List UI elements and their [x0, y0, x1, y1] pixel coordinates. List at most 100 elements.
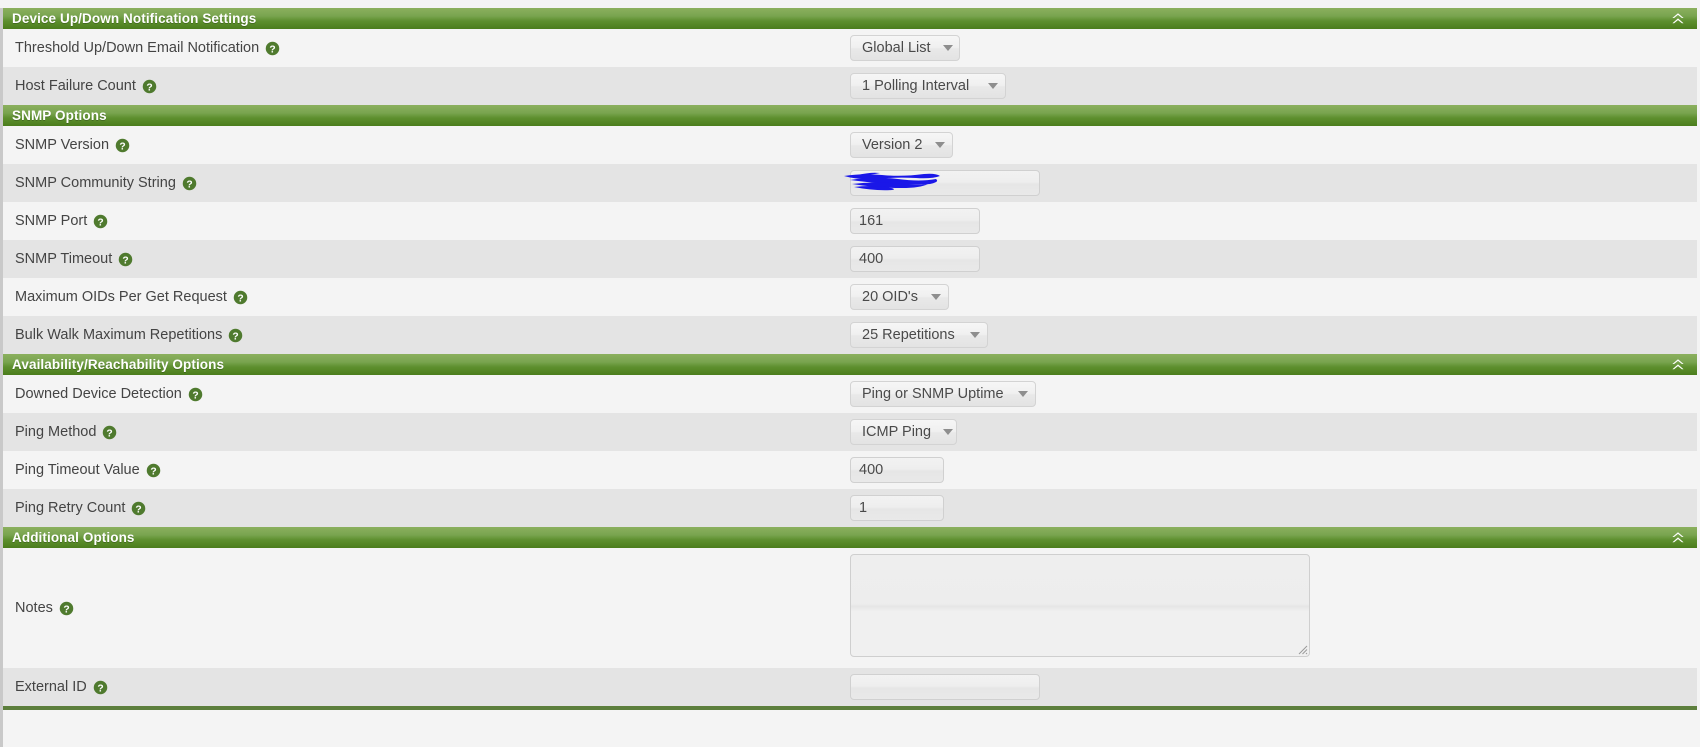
- help-icon[interactable]: ?: [146, 463, 161, 478]
- label-cell-snmp-port: SNMP Port?: [3, 202, 850, 240]
- svg-text:?: ?: [270, 44, 276, 55]
- input-snmp-port[interactable]: [850, 208, 980, 234]
- label-inner-bulk-walk-maximum-repetitions: Bulk Walk Maximum Repetitions?: [15, 328, 850, 343]
- form-row-external-id: External ID?: [3, 668, 1697, 706]
- field-cell-snmp-community-string: [844, 164, 1697, 202]
- field-label-snmp-version: SNMP Version: [15, 136, 110, 153]
- svg-text:?: ?: [98, 217, 104, 228]
- field-label-ping-method: Ping Method: [15, 423, 97, 440]
- help-icon[interactable]: ?: [102, 425, 117, 440]
- label-cell-downed-device-detection: Downed Device Detection?: [3, 375, 850, 413]
- field-label-snmp-port: SNMP Port: [15, 212, 88, 229]
- section-header-additional-options: Additional Options: [3, 527, 1697, 548]
- field-cell-ping-method: ICMP Ping: [850, 413, 1697, 451]
- form-row-threshold-updown-email-notification: Threshold Up/Down Email Notification? Glo…: [3, 29, 1697, 67]
- label-cell-ping-method: Ping Method?: [3, 413, 850, 451]
- collapse-icon-placeholder: [1671, 109, 1685, 123]
- help-icon[interactable]: ?: [228, 328, 243, 343]
- help-icon[interactable]: ?: [188, 387, 203, 402]
- help-icon[interactable]: ?: [115, 138, 130, 153]
- svg-text:?: ?: [146, 82, 152, 93]
- help-icon[interactable]: ?: [182, 176, 197, 191]
- field-cell-ping-timeout-value: [850, 451, 1697, 489]
- field-label-snmp-community-string: SNMP Community String: [15, 174, 176, 191]
- help-icon[interactable]: ?: [118, 252, 133, 267]
- select-threshold-updown-email-notification[interactable]: Global List: [850, 35, 960, 61]
- svg-text:?: ?: [186, 179, 192, 190]
- chevron-double-up-icon[interactable]: [1671, 12, 1685, 26]
- label-cell-external-id: External ID?: [3, 668, 850, 706]
- select-maximum-oids-per-get-request[interactable]: 20 OID's: [850, 284, 949, 310]
- label-inner-snmp-community-string: SNMP Community String?: [15, 176, 850, 191]
- form-row-snmp-version: SNMP Version? Version 2: [3, 126, 1697, 164]
- input-external-id[interactable]: [850, 674, 1040, 700]
- field-cell-snmp-version: Version 2: [850, 126, 1697, 164]
- input-ping-timeout-value[interactable]: [850, 457, 944, 483]
- section-header-snmp-options: SNMP Options: [3, 105, 1697, 126]
- form-row-snmp-community-string: SNMP Community String?: [3, 164, 1697, 202]
- input-ping-retry-count[interactable]: [850, 495, 944, 521]
- chevron-double-up-icon[interactable]: [1671, 358, 1685, 372]
- help-icon[interactable]: ?: [142, 79, 157, 94]
- field-label-snmp-timeout: SNMP Timeout: [15, 250, 113, 267]
- help-icon[interactable]: ?: [131, 501, 146, 516]
- help-icon[interactable]: ?: [265, 41, 280, 56]
- chevron-down-icon: [935, 142, 945, 148]
- input-wrap-snmp-timeout: [850, 246, 980, 272]
- label-inner-snmp-timeout: SNMP Timeout?: [15, 252, 850, 267]
- select-value-snmp-version: Version 2: [862, 137, 923, 153]
- form-row-host-failure-count: Host Failure Count? 1 Polling Interval: [3, 67, 1697, 105]
- field-cell-bulk-walk-maximum-repetitions: 25 Repetitions: [850, 316, 1697, 354]
- form-row-snmp-timeout: SNMP Timeout?: [3, 240, 1697, 278]
- form-row-ping-method: Ping Method? ICMP Ping: [3, 413, 1697, 451]
- label-inner-snmp-port: SNMP Port?: [15, 214, 850, 229]
- field-label-ping-timeout-value: Ping Timeout Value: [15, 461, 140, 478]
- textarea-wrap-notes: [850, 554, 1310, 657]
- help-icon[interactable]: ?: [93, 214, 108, 229]
- select-bulk-walk-maximum-repetitions[interactable]: 25 Repetitions: [850, 322, 988, 348]
- form-row-maximum-oids-per-get-request: Maximum OIDs Per Get Request? 20 OID's: [3, 278, 1697, 316]
- svg-text:?: ?: [136, 504, 142, 515]
- svg-text:?: ?: [63, 604, 69, 615]
- svg-text:?: ?: [123, 255, 129, 266]
- field-label-bulk-walk-maximum-repetitions: Bulk Walk Maximum Repetitions: [15, 326, 223, 343]
- select-downed-device-detection[interactable]: Ping or SNMP Uptime: [850, 381, 1036, 407]
- input-snmp-timeout[interactable]: [850, 246, 980, 272]
- section-header-device-updown-notification-settings: Device Up/Down Notification Settings: [3, 8, 1697, 29]
- input-wrap-snmp-community-string: [844, 170, 1040, 196]
- chevron-down-icon: [931, 294, 941, 300]
- help-icon[interactable]: ?: [93, 680, 108, 695]
- label-inner-snmp-version: SNMP Version?: [15, 138, 850, 153]
- help-icon[interactable]: ?: [233, 290, 248, 305]
- section-title-snmp-options: SNMP Options: [12, 108, 107, 123]
- form-row-ping-timeout-value: Ping Timeout Value?: [3, 451, 1697, 489]
- select-ping-method[interactable]: ICMP Ping: [850, 419, 957, 445]
- chevron-down-icon: [943, 429, 954, 435]
- section-bar-device-updown-notification-settings[interactable]: Device Up/Down Notification Settings: [3, 8, 1697, 29]
- svg-text:?: ?: [97, 683, 103, 694]
- select-snmp-version[interactable]: Version 2: [850, 132, 953, 158]
- field-cell-snmp-timeout: [850, 240, 1697, 278]
- field-cell-threshold-updown-email-notification: Global List: [850, 29, 1697, 67]
- section-header-availability-reachability-options: Availability/Reachability Options: [3, 354, 1697, 375]
- label-cell-snmp-community-string: SNMP Community String?: [3, 164, 850, 202]
- label-cell-ping-retry-count: Ping Retry Count?: [3, 489, 850, 527]
- input-wrap-external-id: [850, 674, 1040, 700]
- help-icon[interactable]: ?: [59, 601, 74, 616]
- form-row-ping-retry-count: Ping Retry Count?: [3, 489, 1697, 527]
- label-cell-ping-timeout-value: Ping Timeout Value?: [3, 451, 850, 489]
- select-value-bulk-walk-maximum-repetitions: 25 Repetitions: [862, 327, 955, 343]
- select-host-failure-count[interactable]: 1 Polling Interval: [850, 73, 1006, 99]
- section-bar-snmp-options[interactable]: SNMP Options: [3, 105, 1697, 126]
- input-snmp-community-string[interactable]: [850, 170, 1040, 196]
- textarea-notes[interactable]: [850, 554, 1310, 657]
- section-bar-availability-reachability-options[interactable]: Availability/Reachability Options: [3, 354, 1697, 375]
- chevron-double-up-icon[interactable]: [1671, 531, 1685, 545]
- section-bar-additional-options[interactable]: Additional Options: [3, 527, 1697, 548]
- label-cell-host-failure-count: Host Failure Count?: [3, 67, 850, 105]
- chevron-down-icon: [970, 332, 980, 338]
- field-cell-snmp-port: [850, 202, 1697, 240]
- svg-text:?: ?: [237, 293, 243, 304]
- form-row-downed-device-detection: Downed Device Detection? Ping or SNMP Upt…: [3, 375, 1697, 413]
- form-row-bulk-walk-maximum-repetitions: Bulk Walk Maximum Repetitions? 25 Repetit…: [3, 316, 1697, 354]
